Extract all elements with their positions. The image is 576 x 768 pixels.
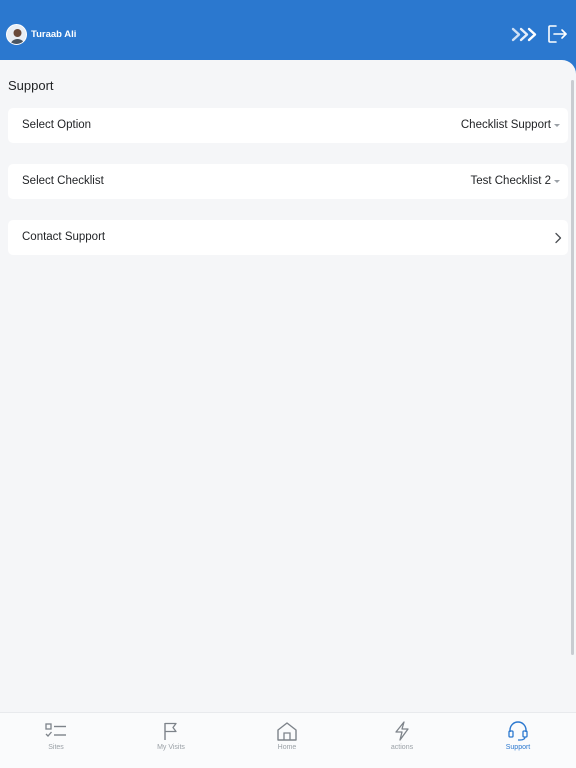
tab-label: Home: [277, 744, 297, 751]
logout-icon[interactable]: [547, 24, 568, 44]
tab-support[interactable]: Support: [478, 721, 558, 765]
tab-label: Sites: [48, 744, 64, 751]
lightning-icon: [395, 721, 409, 741]
select-checklist-label: Select Checklist: [22, 175, 104, 187]
user-name: Turaab Ali: [31, 29, 77, 40]
select-option-dropdown[interactable]: Select Option Checklist Support: [8, 108, 568, 143]
home-icon: [277, 722, 297, 741]
select-checklist-value: Test Checklist 2: [470, 175, 551, 187]
avatar[interactable]: [6, 24, 27, 45]
main-content: Support Select Option Checklist Support …: [0, 60, 576, 712]
select-option-value: Checklist Support: [460, 119, 551, 131]
select-option-label: Select Option: [22, 119, 92, 131]
tab-actions[interactable]: actions: [362, 721, 442, 765]
caret-down-icon: [554, 180, 560, 183]
bottom-tab-bar: Sites My Visits Home actions Support: [0, 712, 576, 768]
contact-support-row[interactable]: Contact Support: [8, 220, 568, 255]
checklist-icon: [45, 723, 66, 737]
headset-icon: [508, 721, 528, 741]
tab-label: actions: [390, 744, 414, 751]
triple-chevron-right-icon[interactable]: [511, 26, 540, 43]
select-checklist-dropdown[interactable]: Select Checklist Test Checklist 2: [8, 164, 568, 199]
tab-home[interactable]: Home: [247, 721, 327, 765]
tab-label: Support: [505, 744, 531, 751]
chevron-right-icon: [555, 232, 562, 244]
page-title: Support: [8, 78, 54, 93]
tab-label: My Visits: [157, 744, 185, 751]
tab-my-visits[interactable]: My Visits: [131, 721, 211, 765]
contact-support-label: Contact Support: [22, 231, 106, 243]
tab-sites[interactable]: Sites: [16, 721, 96, 765]
caret-down-icon: [554, 124, 560, 127]
flag-icon: [164, 722, 177, 740]
scrollbar[interactable]: [571, 80, 574, 655]
